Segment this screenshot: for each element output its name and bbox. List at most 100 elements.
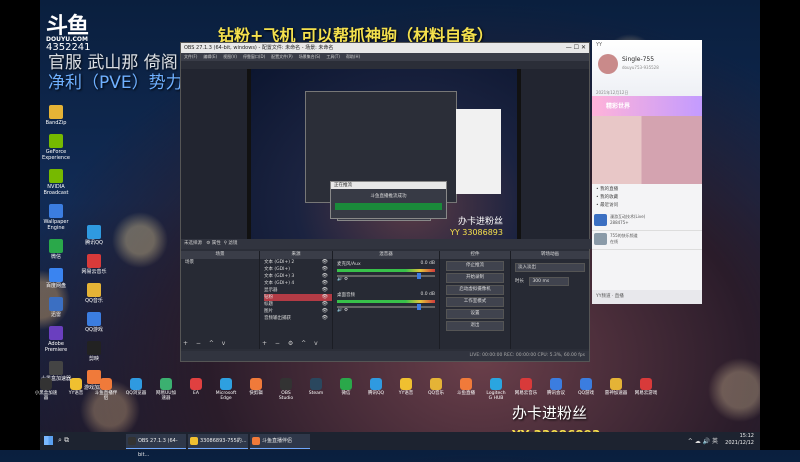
scene-item[interactable]: 场景 bbox=[185, 259, 259, 266]
desktop-icon[interactable]: QQ音乐 bbox=[76, 283, 112, 304]
eye-icon[interactable]: 👁 bbox=[322, 308, 328, 315]
desktop-icon[interactable]: Wallpaper Engine bbox=[38, 204, 74, 231]
desktop-icon[interactable]: 网易云游戏 bbox=[634, 378, 658, 396]
desktop-icon[interactable]: 迅雷 bbox=[38, 297, 74, 318]
desktop-icon[interactable]: 雷神加速器 bbox=[604, 378, 628, 396]
duration-input[interactable]: 300 ms bbox=[529, 277, 570, 286]
taskbar-app[interactable]: OBS 27.1.3 (64-bit... bbox=[126, 434, 186, 458]
desktop-icon[interactable]: YY语音 bbox=[64, 378, 88, 396]
obs-titlebar[interactable]: OBS 27.1.3 (64-bit, windows) - 配置文件: 未命名… bbox=[181, 43, 589, 53]
slider-knob[interactable] bbox=[417, 273, 421, 279]
desktop-icon[interactable]: 百度网盘 bbox=[38, 268, 74, 289]
yy-menu-item[interactable]: • 我的收藏 bbox=[596, 194, 698, 202]
eye-icon[interactable]: 👁 bbox=[322, 259, 328, 266]
menu-item[interactable]: 停靠窗口(D) bbox=[243, 54, 265, 59]
yy-banner[interactable]: 精彩世界 bbox=[592, 96, 702, 116]
desktop-icon[interactable]: OBS Studio bbox=[274, 378, 298, 401]
desktop-icon[interactable]: BandZip bbox=[38, 105, 74, 126]
menu-item[interactable]: 场景集合(S) bbox=[299, 54, 321, 59]
eye-icon[interactable]: 👁 bbox=[322, 273, 328, 280]
desktop-icon[interactable]: 腾讯QQ bbox=[76, 225, 112, 246]
source-item[interactable]: 文本 (GDI+) 4 👁 bbox=[264, 280, 332, 287]
volume-slider[interactable] bbox=[337, 304, 435, 310]
menu-item[interactable]: 视图(V) bbox=[223, 54, 237, 59]
yy-panel[interactable]: YY Single-755 douyu753-935528 2021年12月12… bbox=[592, 40, 702, 304]
control-button[interactable]: 开始录制 bbox=[446, 273, 504, 283]
desktop-icon[interactable]: NVIDIA Broadcast bbox=[38, 169, 74, 196]
source-item[interactable]: 图片 👁 bbox=[264, 308, 332, 315]
menu-item[interactable]: 配置文件(P) bbox=[271, 54, 293, 59]
taskbar-app[interactable]: 斗鱼直播伴侣 bbox=[250, 434, 310, 449]
control-button[interactable]: 停止推流 bbox=[446, 261, 504, 271]
properties-button[interactable]: 属性 bbox=[212, 241, 221, 246]
desktop-icon[interactable]: Adobe Premiere bbox=[38, 326, 74, 353]
source-item[interactable]: 文本 (GDI+) 👁 bbox=[264, 266, 332, 273]
desktop-icon[interactable]: 腾讯QQ bbox=[364, 378, 388, 396]
yy-menu[interactable]: • 我的直播 • 我的收藏 • 最近访问 bbox=[592, 184, 702, 212]
scene-tools[interactable]: + − ^ v bbox=[183, 340, 228, 347]
eye-icon[interactable]: 👁 bbox=[322, 301, 328, 308]
filters-button[interactable]: 滤镜 bbox=[228, 241, 237, 246]
desktop-icon[interactable]: Steam bbox=[304, 378, 328, 396]
desktop-icon[interactable]: QQ音乐 bbox=[424, 378, 448, 396]
desktop-icon[interactable]: 斗鱼直播伴侣 bbox=[94, 378, 118, 401]
eye-icon[interactable]: 👁 bbox=[322, 280, 328, 287]
desktop-icon[interactable]: 微信 bbox=[38, 239, 74, 260]
system-tray[interactable]: ^ ☁ 🔊 英 bbox=[688, 436, 718, 445]
start-button[interactable] bbox=[44, 436, 53, 445]
sources-dock[interactable]: 来源 文本 (GDI+) 2 👁 文本 (GDI+) 👁 文本 (GDI+) 3 👁 文本 … bbox=[260, 251, 333, 349]
avatar[interactable] bbox=[598, 54, 618, 74]
source-item[interactable]: 显示器 👁 bbox=[264, 287, 332, 294]
obs-menubar[interactable]: 文件(F) 编辑(E) 视图(V) 停靠窗口(D) 配置文件(P) 场景集合(S) 工具(T… bbox=[181, 53, 589, 61]
desktop-icon[interactable]: QQ浏览器 bbox=[124, 378, 148, 396]
stream-dialog[interactable]: 正在推流 斗鱼直播推流成功 bbox=[330, 181, 447, 219]
control-button[interactable]: 设置 bbox=[446, 309, 504, 319]
desktop-icon[interactable]: 小黑盒加速器 bbox=[34, 378, 58, 401]
menu-item[interactable]: 工具(T) bbox=[326, 54, 340, 59]
yy-bottom-bar[interactable]: YY频道 · 直播 bbox=[592, 290, 702, 304]
eye-icon[interactable]: 👁 bbox=[322, 287, 328, 294]
window-controls[interactable]: — ☐ ✕ bbox=[566, 43, 586, 53]
yy-menu-item[interactable]: • 我的直播 bbox=[596, 186, 698, 194]
source-item[interactable]: 音频输出捕获 👁 bbox=[264, 315, 332, 322]
mixer-channel[interactable]: 麦克风/Aux 0.0 dB 🔊 ⚙ bbox=[333, 259, 439, 284]
mixer-channel[interactable]: 桌面音频 0.0 dB 🔊 ⚙ bbox=[333, 290, 439, 315]
desktop-icon[interactable]: 网易UU加速器 bbox=[154, 378, 178, 401]
desktop-icon[interactable]: 微信 bbox=[334, 378, 358, 396]
transitions-dock[interactable]: 转场动画 淡入淡出 时长 300 ms bbox=[511, 251, 589, 349]
eye-icon[interactable]: 👁 bbox=[322, 315, 328, 322]
transition-select[interactable]: 淡入淡出 bbox=[515, 263, 585, 272]
desktop-icon[interactable]: 剪映 bbox=[76, 341, 112, 362]
clock[interactable]: 15:12 2021/12/12 bbox=[725, 433, 754, 447]
desktop-icon[interactable]: 快剪辑 bbox=[244, 378, 268, 396]
desktop-icon[interactable]: YY语音 bbox=[394, 378, 418, 396]
slider-knob[interactable] bbox=[417, 304, 421, 310]
volume-slider[interactable] bbox=[337, 273, 435, 279]
menu-item[interactable]: 文件(F) bbox=[184, 54, 197, 59]
scenes-dock[interactable]: 场景 场景 + − ^ v bbox=[181, 251, 260, 349]
mixer-dock[interactable]: 混音器 麦克风/Aux 0.0 dB 🔊 ⚙ 桌面音频 0.0 dB 🔊 ⚙ bbox=[333, 251, 440, 349]
control-button[interactable]: 退出 bbox=[446, 321, 504, 331]
search-icon[interactable]: ⌕ ⧉ bbox=[58, 436, 69, 445]
menu-item[interactable]: 帮助(H) bbox=[346, 54, 360, 59]
desktop-icon[interactable]: EA bbox=[184, 378, 208, 396]
source-item[interactable]: 标题 👁 bbox=[264, 301, 332, 308]
eye-icon[interactable]: 👁 bbox=[322, 294, 328, 301]
source-item[interactable]: 文本 (GDI+) 2 👁 bbox=[264, 259, 332, 266]
source-item[interactable]: 文本 (GDI+) 3 👁 bbox=[264, 273, 332, 280]
menu-item[interactable]: 编辑(E) bbox=[203, 54, 217, 59]
taskbar-app[interactable]: 33086893-755的... bbox=[188, 434, 248, 449]
desktop-icon[interactable]: Microsoft Edge bbox=[214, 378, 238, 401]
desktop-icon[interactable]: QQ游戏 bbox=[76, 312, 112, 333]
source-item[interactable]: 钻粉 👁 bbox=[264, 294, 332, 301]
yy-menu-item[interactable]: • 最近访问 bbox=[596, 202, 698, 210]
yy-feature-image[interactable] bbox=[592, 116, 702, 184]
desktop-icon[interactable]: QQ游戏 bbox=[574, 378, 598, 396]
desktop-icon[interactable]: 网易云音乐 bbox=[76, 254, 112, 275]
desktop-icon[interactable]: 斗鱼直播 bbox=[454, 378, 478, 396]
control-button[interactable]: 工作室模式 bbox=[446, 297, 504, 307]
desktop-icon[interactable]: GeForce Experience bbox=[38, 134, 74, 161]
yy-channel-item[interactable]: 漫游互动技术(Live) 288475+ bbox=[592, 212, 702, 231]
controls-dock[interactable]: 控件 停止推流 开始录制 启动虚拟摄像机 工作室模式 设置 退出 bbox=[440, 251, 511, 349]
eye-icon[interactable]: 👁 bbox=[322, 266, 328, 273]
